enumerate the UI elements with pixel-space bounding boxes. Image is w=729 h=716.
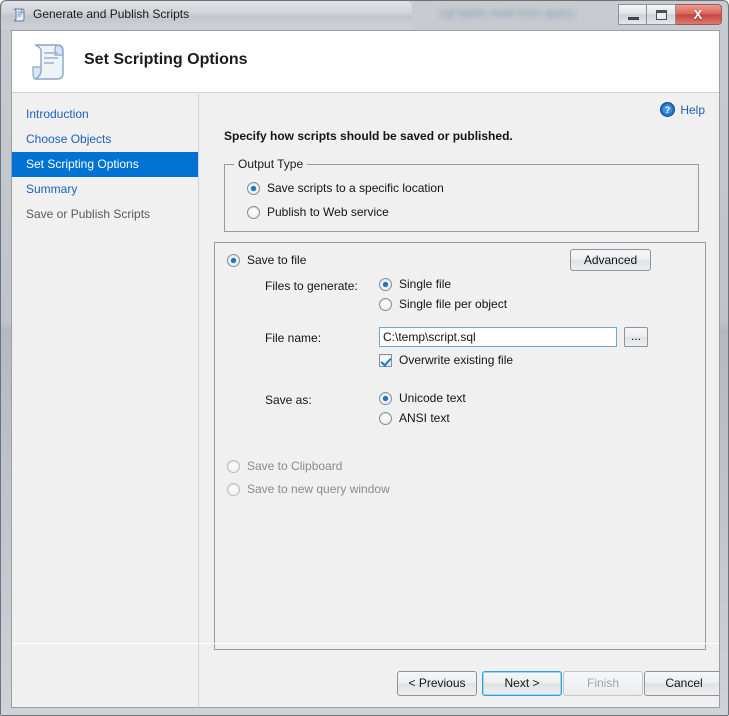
finish-button-label: Finish bbox=[586, 676, 619, 690]
output-type-groupbox: Output Type Save scripts to a specific l… bbox=[224, 157, 699, 232]
radio-label: Publish to Web service bbox=[267, 205, 389, 219]
window-title: Generate and Publish Scripts bbox=[33, 7, 190, 21]
sidebar-item-label: Introduction bbox=[26, 107, 89, 121]
radio-indicator bbox=[227, 253, 240, 267]
title-bar-ghost-text: sql tasks read from query bbox=[439, 6, 575, 20]
save-as-label: Save as: bbox=[265, 393, 312, 407]
radio-label: Single file per object bbox=[399, 297, 508, 311]
sidebar-item-choose-objects[interactable]: Choose Objects bbox=[12, 127, 198, 152]
radio-save-to-new-query-window[interactable]: Save to new query window bbox=[227, 482, 390, 496]
sidebar-item-set-scripting-options[interactable]: Set Scripting Options bbox=[12, 152, 198, 177]
radio-indicator bbox=[247, 205, 260, 219]
close-icon: X bbox=[693, 7, 703, 22]
radio-indicator bbox=[379, 277, 392, 291]
radio-indicator bbox=[227, 459, 240, 473]
close-button[interactable]: X bbox=[676, 4, 722, 25]
radio-indicator bbox=[247, 181, 260, 195]
radio-publish-to-web-service[interactable]: Publish to Web service bbox=[247, 205, 389, 219]
svg-text:?: ? bbox=[665, 105, 671, 115]
radio-label: Unicode text bbox=[399, 391, 466, 405]
title-bar[interactable]: Generate and Publish Scripts sql tasks r… bbox=[1, 1, 728, 29]
help-question-icon: ? bbox=[660, 102, 676, 117]
next-button[interactable]: Next > bbox=[482, 671, 562, 696]
sidebar-item-save-or-publish-scripts[interactable]: Save or Publish Scripts bbox=[12, 202, 198, 227]
radio-indicator bbox=[379, 411, 392, 425]
checkbox-overwrite-existing-file[interactable]: Overwrite existing file bbox=[379, 353, 513, 367]
output-type-legend: Output Type bbox=[234, 157, 308, 171]
help-label: Help bbox=[680, 102, 705, 117]
minimize-button[interactable] bbox=[618, 4, 647, 25]
radio-label: ANSI text bbox=[399, 411, 450, 425]
radio-indicator bbox=[379, 391, 392, 405]
footer-separator bbox=[12, 643, 719, 644]
page-header: Set Scripting Options bbox=[12, 31, 719, 93]
radio-single-file[interactable]: Single file bbox=[379, 277, 451, 291]
radio-label: Save to new query window bbox=[247, 482, 390, 496]
checkbox-label: Overwrite existing file bbox=[399, 353, 514, 367]
page-instruction: Specify how scripts should be saved or p… bbox=[224, 129, 513, 143]
radio-save-to-clipboard[interactable]: Save to Clipboard bbox=[227, 459, 342, 473]
cancel-button[interactable]: Cancel bbox=[644, 671, 719, 696]
sidebar-item-label: Save or Publish Scripts bbox=[26, 207, 151, 221]
script-scroll-icon bbox=[24, 37, 72, 85]
finish-button: Finish bbox=[563, 671, 643, 696]
help-link[interactable]: ? Help bbox=[660, 102, 705, 117]
checkbox-indicator bbox=[379, 353, 392, 367]
files-to-generate-label: Files to generate: bbox=[265, 279, 358, 293]
script-scroll-icon bbox=[11, 7, 27, 23]
radio-save-scripts-to-location[interactable]: Save scripts to a specific location bbox=[247, 181, 444, 195]
advanced-button[interactable]: Advanced bbox=[570, 249, 651, 271]
radio-label: Save to Clipboard bbox=[247, 459, 343, 473]
wizard-step-navigation: Introduction Choose Objects Set Scriptin… bbox=[12, 94, 199, 707]
browse-file-button[interactable]: ... bbox=[624, 327, 648, 347]
restore-icon bbox=[656, 10, 667, 20]
minimize-icon bbox=[628, 17, 639, 20]
previous-button[interactable]: < Previous bbox=[397, 671, 477, 696]
cancel-button-label: Cancel bbox=[665, 676, 703, 690]
browse-button-label: ... bbox=[630, 329, 641, 343]
radio-save-to-file[interactable]: Save to file bbox=[227, 253, 306, 267]
previous-button-label: < Previous bbox=[408, 676, 466, 690]
radio-indicator bbox=[379, 297, 392, 311]
radio-indicator bbox=[227, 482, 240, 496]
wizard-page-content: ? Help Specify how scripts should be sav… bbox=[200, 94, 719, 707]
sidebar-item-label: Set Scripting Options bbox=[26, 157, 139, 171]
sidebar-item-label: Summary bbox=[26, 182, 78, 196]
radio-unicode-text[interactable]: Unicode text bbox=[379, 391, 466, 405]
file-name-input[interactable] bbox=[379, 327, 617, 347]
page-title: Set Scripting Options bbox=[84, 51, 248, 68]
radio-label: Save scripts to a specific location bbox=[267, 181, 444, 195]
radio-ansi-text[interactable]: ANSI text bbox=[379, 411, 450, 425]
caption-buttons: X bbox=[618, 4, 722, 25]
maximize-restore-button[interactable] bbox=[647, 4, 676, 25]
dialog-client-area: Set Scripting Options Introduction Choos… bbox=[11, 30, 720, 708]
next-button-label: Next > bbox=[504, 676, 540, 690]
file-name-label: File name: bbox=[265, 331, 322, 345]
save-options-groupbox: Save to file Advanced Files to generate:… bbox=[214, 242, 706, 650]
advanced-button-label: Advanced bbox=[583, 253, 638, 267]
sidebar-item-introduction[interactable]: Introduction bbox=[12, 102, 198, 127]
radio-single-file-per-object[interactable]: Single file per object bbox=[379, 297, 507, 311]
sidebar-item-label: Choose Objects bbox=[26, 132, 112, 146]
sidebar-item-summary[interactable]: Summary bbox=[12, 177, 198, 202]
radio-label: Single file bbox=[399, 277, 452, 291]
application-window: Generate and Publish Scripts sql tasks r… bbox=[0, 0, 729, 716]
radio-label: Save to file bbox=[247, 253, 307, 267]
